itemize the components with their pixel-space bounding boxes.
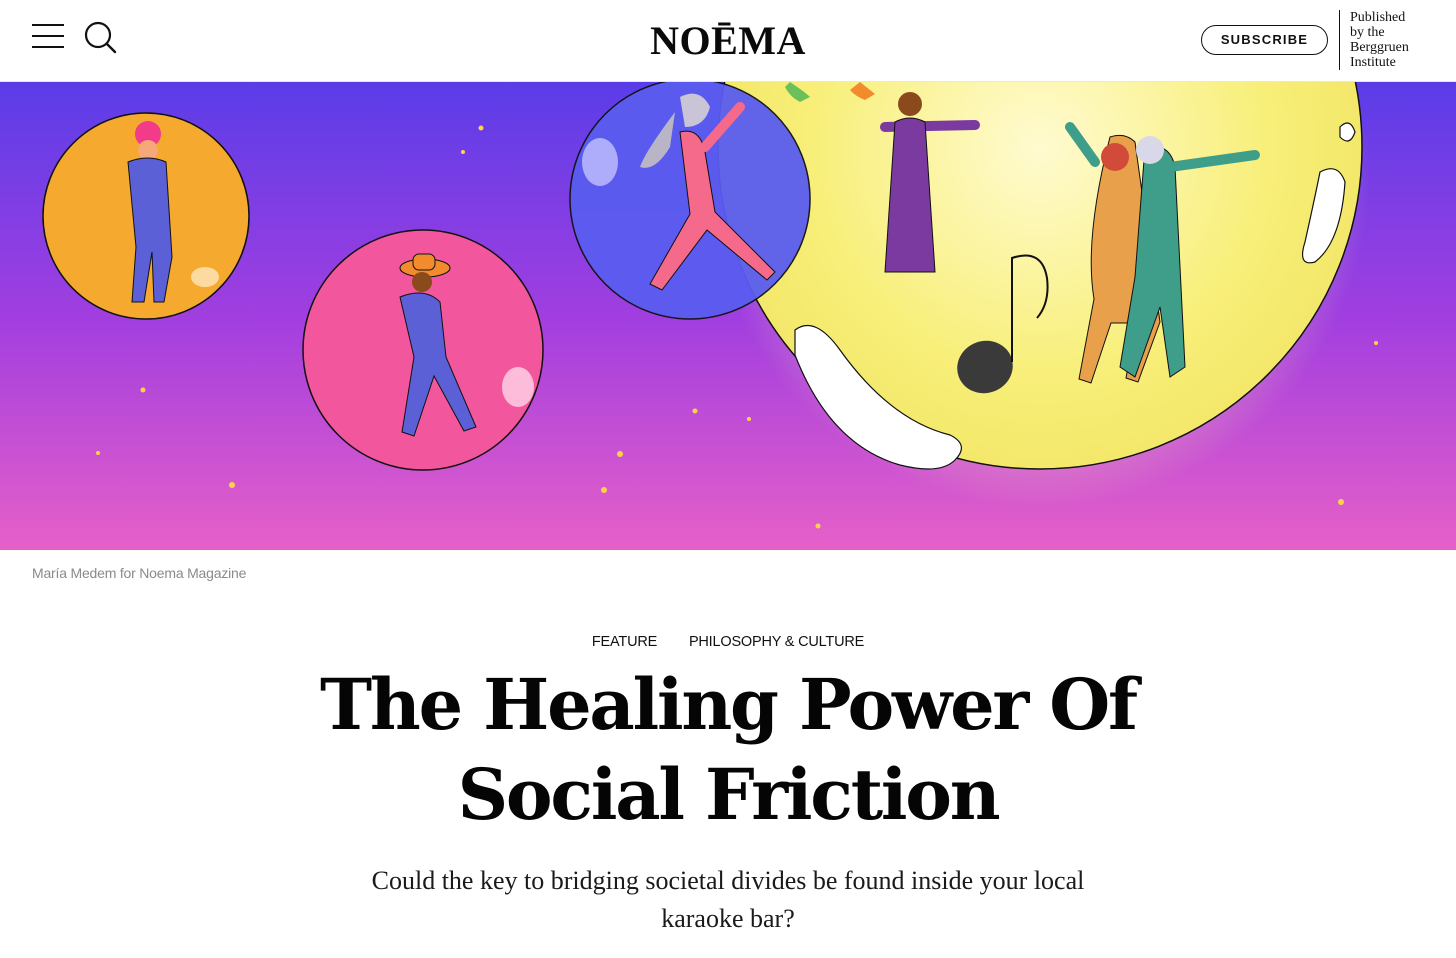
tag-feature-link[interactable]: FEATURE [592,634,657,650]
article-dek: Could the key to bridging societal divid… [371,866,1085,933]
publisher-line: by the [1350,25,1385,40]
title-line: Social Friction [457,753,1001,836]
publisher-credit-link[interactable]: Published by the Berggruen Institute [1350,10,1450,70]
site-logo[interactable]: NOĒMA [600,18,856,64]
title-line: The Healing Power Of [320,663,1138,746]
hero-illustration [0,82,1456,550]
blue-bubble [569,82,811,320]
publisher-line: Institute [1350,55,1396,70]
subscribe-button[interactable]: SUBSCRIBE [1201,25,1328,55]
header-divider [1339,10,1340,70]
article-title: The Healing Power Of Social Friction [228,660,1228,840]
site-header: NOĒMA SUBSCRIBE Published by the Berggru… [0,0,1456,82]
orange-bubble [42,112,250,320]
hamburger-menu-icon[interactable] [30,22,66,50]
search-icon[interactable] [82,20,118,54]
pink-bubble [302,229,544,471]
hero-caption: María Medem for Noema Magazine [32,565,247,581]
publisher-line: Berggruen [1350,40,1409,55]
article-tags: FEATURE PHILOSOPHY & CULTURE [0,634,1456,650]
publisher-line: Published [1350,10,1406,25]
tag-philosophy-culture-link[interactable]: PHILOSOPHY & CULTURE [689,634,864,650]
